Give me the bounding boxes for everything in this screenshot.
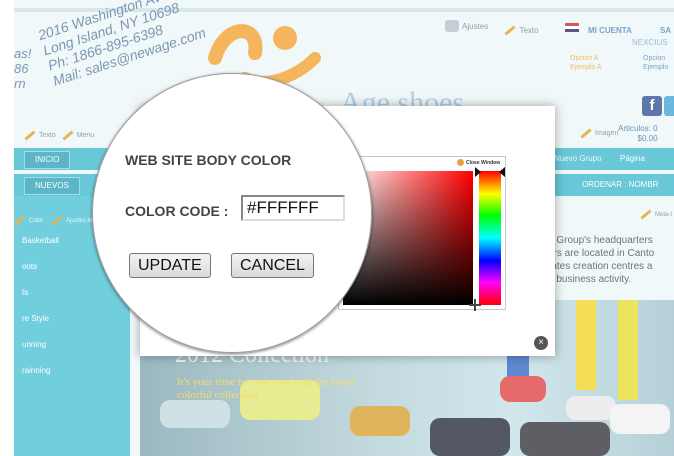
hue-slider[interactable]	[479, 171, 501, 305]
dialog-close-button[interactable]: ×	[534, 336, 548, 350]
hue-handle-left-icon[interactable]	[475, 167, 481, 177]
dialog-title: WEB SITE BODY COLOR	[125, 152, 292, 168]
color-code-input[interactable]	[241, 195, 345, 221]
hue-handle-right-icon[interactable]	[499, 167, 505, 177]
close-window-link[interactable]: Close Window	[457, 159, 500, 166]
update-button[interactable]: UPDATE	[129, 253, 211, 278]
cancel-button[interactable]: CANCEL	[231, 253, 314, 278]
close-window-icon	[457, 159, 464, 166]
close-window-label: Close Window	[466, 159, 501, 166]
color-code-label: COLOR CODE :	[125, 203, 229, 219]
picker-crosshair-icon[interactable]	[469, 299, 481, 311]
